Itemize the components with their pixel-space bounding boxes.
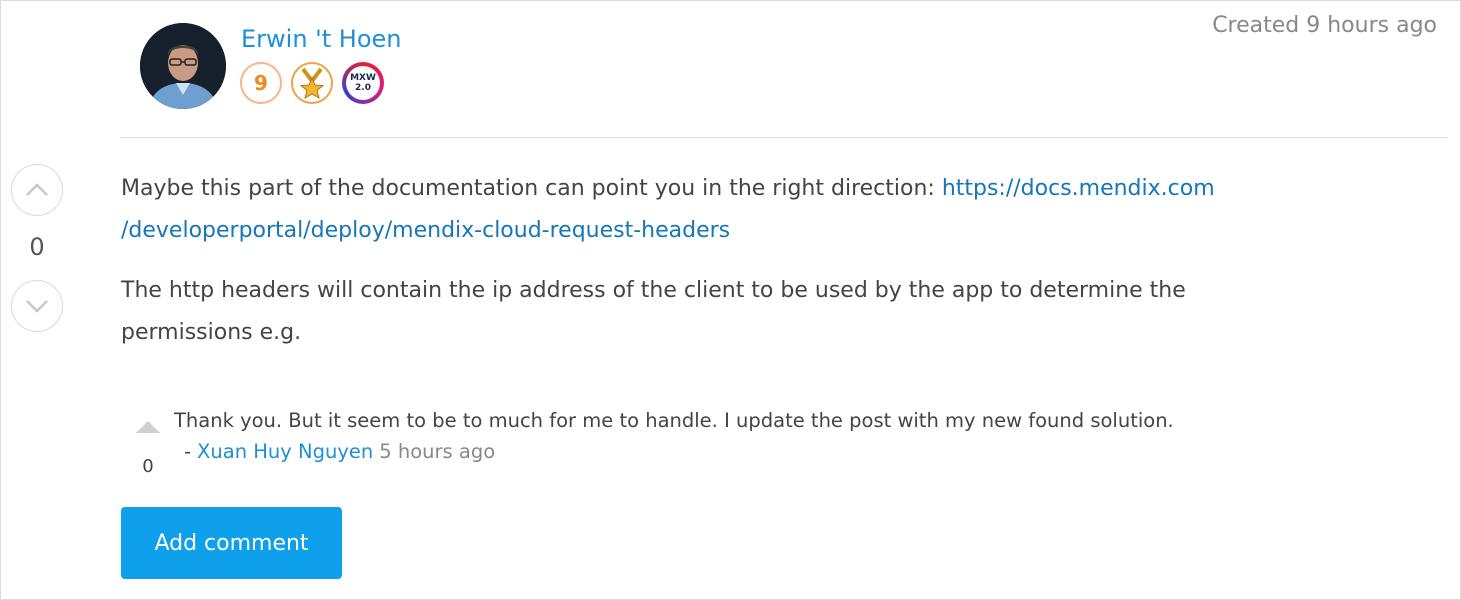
answer-body: Maybe this part of the documentation can…	[121, 168, 1281, 372]
author-avatar[interactable]	[140, 23, 226, 109]
vote-count: 0	[29, 233, 45, 261]
comment-timestamp: 5 hours ago	[379, 440, 496, 463]
answer-paragraph-2: The http headers will contain the ip add…	[121, 278, 1186, 345]
comment-upvote-button[interactable]	[136, 421, 160, 433]
mxw-badge-text-top: MXW	[350, 73, 376, 83]
author-badges: 9 MXW 2.0	[240, 62, 384, 104]
comment-author-link[interactable]: Xuan Huy Nguyen	[197, 440, 373, 463]
mxw-badge[interactable]: MXW 2.0	[342, 62, 384, 104]
created-timestamp: Created 9 hours ago	[1212, 13, 1437, 38]
comment-dash: -	[184, 440, 192, 463]
add-comment-button[interactable]: Add comment	[121, 507, 342, 579]
answer-paragraph-1: Maybe this part of the documentation can…	[121, 168, 1281, 252]
chevron-up-icon	[26, 183, 48, 196]
answer-paragraph-1-text: Maybe this part of the documentation can…	[121, 176, 942, 201]
author-name-link[interactable]: Erwin 't Hoen	[241, 25, 402, 53]
level-badge[interactable]: 9	[240, 62, 282, 104]
comment-meta: - Xuan Huy Nguyen 5 hours ago	[184, 440, 495, 463]
upvote-button[interactable]	[11, 164, 63, 216]
mxw-badge-text-bottom: 2.0	[355, 83, 371, 93]
chevron-down-icon	[26, 300, 48, 313]
comment-vote-count: 0	[142, 456, 154, 477]
comment-text: Thank you. But it seem to be to much for…	[174, 409, 1174, 432]
answer-card: Erwin 't Hoen 9 MXW 2.0 Created 9 hours …	[0, 0, 1461, 600]
header-divider	[121, 137, 1447, 138]
downvote-button[interactable]	[11, 280, 63, 332]
medal-star-icon[interactable]	[291, 62, 333, 104]
